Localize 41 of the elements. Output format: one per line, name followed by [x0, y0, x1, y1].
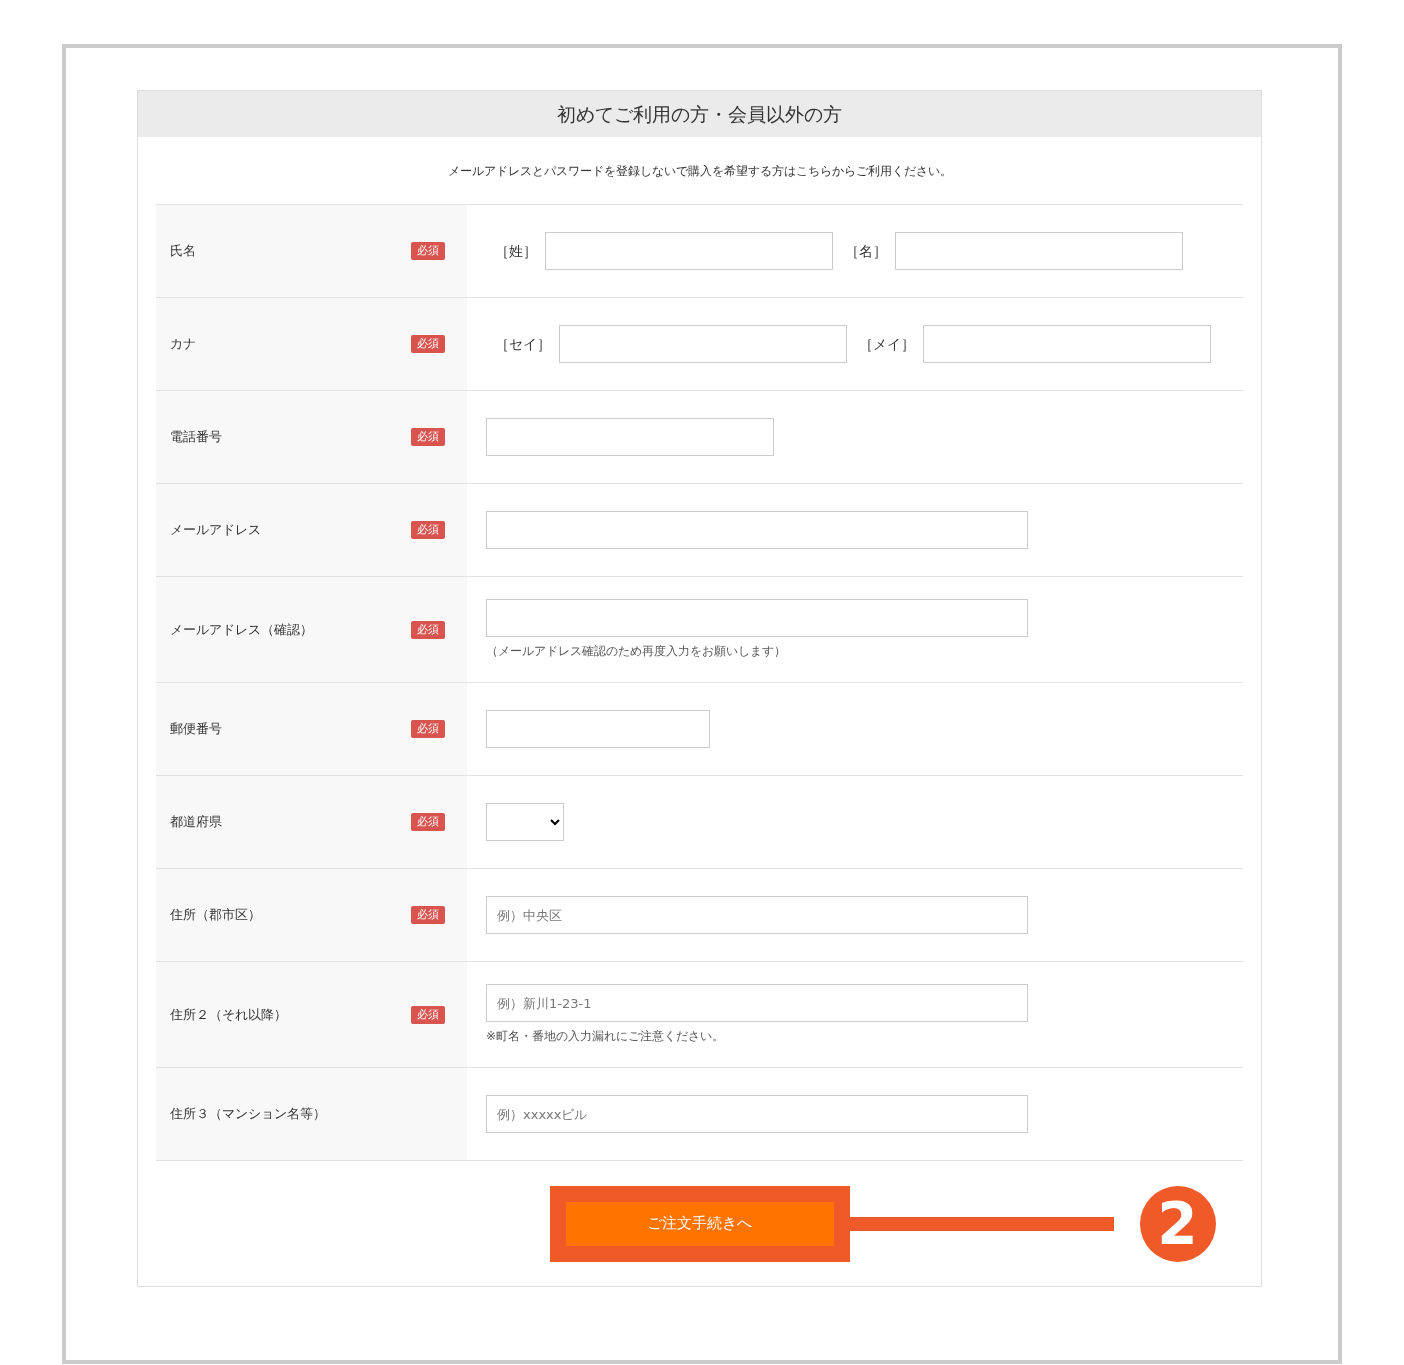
- input-field[interactable]: [486, 599, 1028, 637]
- field-label: メールアドレス（確認）: [170, 620, 313, 639]
- select-field[interactable]: [486, 803, 564, 841]
- input-field[interactable]: [486, 710, 710, 748]
- input-field[interactable]: 例）xxxxxビル: [486, 1095, 1028, 1133]
- input-field[interactable]: [895, 232, 1183, 270]
- required-badge: 必須: [411, 620, 445, 639]
- step-number: 2: [1139, 1185, 1216, 1262]
- input-field[interactable]: 例）中央区: [486, 896, 1028, 934]
- required-badge: 必須: [411, 720, 445, 738]
- input-field[interactable]: [545, 232, 833, 270]
- field-label: 氏名: [170, 242, 196, 261]
- required-badge: 必須: [411, 428, 445, 446]
- order-button[interactable]: ご注文手続きへ: [565, 1201, 834, 1246]
- input-field[interactable]: [559, 325, 847, 363]
- field-note: ※町名・番地の入力漏れにご注意ください。: [486, 1028, 726, 1045]
- input-field[interactable]: 例）新川1-23-1: [486, 984, 1028, 1022]
- field-label: 住所３（マンション名等）: [170, 1105, 326, 1124]
- required-badge: 必須: [411, 335, 445, 353]
- field-label: 電話番号: [170, 428, 222, 447]
- field-prefix: ［セイ］: [495, 335, 551, 354]
- field-prefix: ［姓］: [495, 242, 537, 261]
- field-prefix: ［名］: [845, 242, 887, 261]
- required-badge: 必須: [411, 521, 445, 539]
- section-header: 初めてご利用の方・会員以外の方: [138, 91, 1261, 137]
- field-note: （メールアドレス確認のため再度入力をお願いします）: [486, 643, 787, 660]
- field-label: カナ: [170, 335, 196, 354]
- intro-text: メールアドレスとパスワードを登録しないで購入を希望する方はこちらからご利用ください。: [447, 162, 952, 180]
- field-label: 住所（郡市区）: [170, 906, 261, 925]
- required-badge: 必須: [411, 1005, 445, 1024]
- input-field[interactable]: [486, 511, 1028, 549]
- field-prefix: ［メイ］: [859, 335, 915, 354]
- input-field[interactable]: [923, 325, 1211, 363]
- field-label: 郵便番号: [170, 720, 222, 739]
- field-label: 住所２（それ以降）: [170, 1005, 287, 1024]
- required-badge: 必須: [411, 813, 445, 831]
- field-label: 都道府県: [170, 813, 222, 832]
- field-label: メールアドレス: [170, 521, 261, 540]
- required-badge: 必須: [411, 242, 445, 260]
- required-badge: 必須: [411, 906, 445, 924]
- input-field[interactable]: [486, 418, 774, 456]
